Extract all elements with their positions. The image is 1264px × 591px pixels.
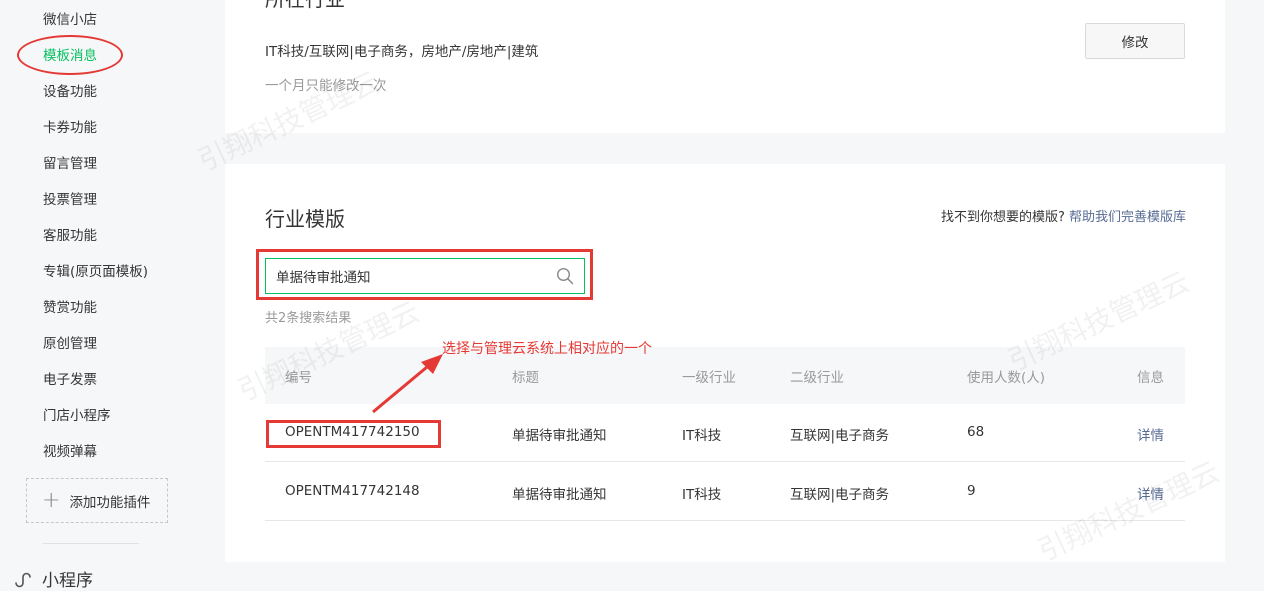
add-plugin-button[interactable]: + 添加功能插件 xyxy=(26,478,168,523)
search-input[interactable] xyxy=(276,268,546,284)
col-id: 编号 xyxy=(285,370,312,386)
miniapp-icon xyxy=(15,572,31,587)
miniapp-label: 小程序 xyxy=(42,571,93,591)
col-secondary-industry: 二级行业 xyxy=(790,370,844,386)
plus-icon: + xyxy=(42,487,61,513)
sidebar-item-album[interactable]: 专辑(原页面模板) xyxy=(43,262,148,282)
sidebar: 微信小店 模板消息 设备功能 卡券功能 留言管理 投票管理 客服功能 专辑(原页… xyxy=(0,0,205,591)
col-title: 标题 xyxy=(512,370,539,386)
table-row[interactable]: OPENTM417742148 单据待审批通知 IT科技 互联网|电子商务 9 … xyxy=(265,463,1185,521)
search-box[interactable] xyxy=(265,258,585,294)
template-title: 单据待审批通知 xyxy=(512,487,607,503)
primary-industry: IT科技 xyxy=(682,428,722,444)
result-count: 共2条搜索结果 xyxy=(265,311,352,326)
help-text: 找不到你想要的模版? 帮助我们完善模版库 xyxy=(941,206,1186,225)
sidebar-item-wechat-store[interactable]: 微信小店 xyxy=(43,10,97,30)
row-highlight-box xyxy=(266,420,441,448)
sidebar-item-votes[interactable]: 投票管理 xyxy=(43,190,97,210)
table-header: 编号 标题 一级行业 二级行业 使用人数(人) 信息 xyxy=(265,347,1185,404)
industry-hint: 一个月只能修改一次 xyxy=(265,78,387,94)
template-library-card: 行业模版 找不到你想要的模版? 帮助我们完善模版库 共2条搜索结果 编号 标题 … xyxy=(225,164,1225,562)
sidebar-item-customer-service[interactable]: 客服功能 xyxy=(43,226,97,246)
annotation-text: 选择与管理云系统上相对应的一个 xyxy=(442,341,652,357)
add-plugin-label: 添加功能插件 xyxy=(69,494,151,511)
sidebar-item-invoice[interactable]: 电子发票 xyxy=(43,370,97,390)
details-link[interactable]: 详情 xyxy=(1137,483,1164,503)
industry-card: 所在行业 IT科技/互联网|电子商务，房地产/房地产|建筑 一个月只能修改一次 … xyxy=(225,0,1225,133)
sidebar-item-original[interactable]: 原创管理 xyxy=(43,334,97,354)
col-primary-industry: 一级行业 xyxy=(682,370,736,386)
col-info: 信息 xyxy=(1137,370,1164,386)
details-link[interactable]: 详情 xyxy=(1137,424,1164,444)
section-title: 行业模版 xyxy=(265,207,345,231)
sidebar-item-store-miniapp[interactable]: 门店小程序 xyxy=(43,406,111,426)
search-icon[interactable] xyxy=(556,267,574,285)
sidebar-item-device[interactable]: 设备功能 xyxy=(43,82,97,102)
sidebar-item-comments[interactable]: 留言管理 xyxy=(43,154,97,174)
highlight-circle xyxy=(17,35,123,75)
col-users: 使用人数(人) xyxy=(967,370,1046,386)
industry-value: IT科技/互联网|电子商务，房地产/房地产|建筑 xyxy=(265,44,539,60)
secondary-industry: 互联网|电子商务 xyxy=(790,428,890,444)
sidebar-item-coupons[interactable]: 卡券功能 xyxy=(43,118,97,138)
user-count: 9 xyxy=(967,483,976,499)
industry-title: 所在行业 xyxy=(265,0,345,12)
help-prefix: 找不到你想要的模版? xyxy=(940,210,1065,225)
sidebar-item-video-danmaku[interactable]: 视频弹幕 xyxy=(43,442,97,462)
template-title: 单据待审批通知 xyxy=(512,428,607,444)
modify-button[interactable]: 修改 xyxy=(1085,23,1185,59)
user-count: 68 xyxy=(967,424,985,440)
template-id: OPENTM417742148 xyxy=(285,483,420,499)
sidebar-item-appreciation[interactable]: 赞赏功能 xyxy=(43,298,97,318)
improve-library-link[interactable]: 帮助我们完善模版库 xyxy=(1069,210,1186,225)
primary-industry: IT科技 xyxy=(682,487,722,503)
sidebar-divider xyxy=(43,543,139,544)
sidebar-section-miniapp[interactable]: 小程序 xyxy=(13,566,93,591)
secondary-industry: 互联网|电子商务 xyxy=(790,487,890,503)
